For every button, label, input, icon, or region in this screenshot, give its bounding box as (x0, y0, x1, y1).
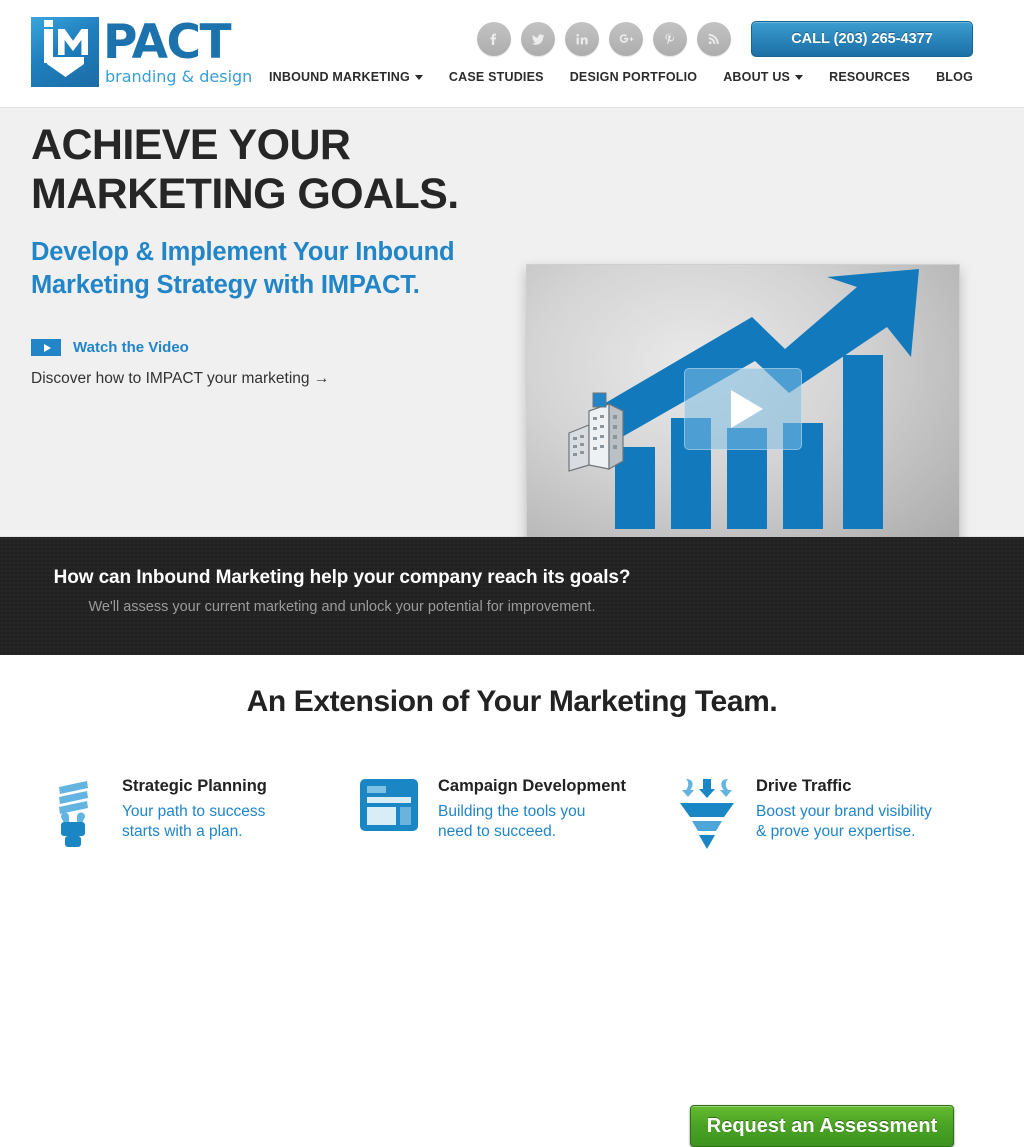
feature-desc-line1: Your path to success (122, 803, 266, 820)
feature-title: Drive Traffic (756, 777, 852, 795)
hero-heading-line1: ACHIEVE YOUR (31, 121, 351, 169)
request-assessment-button[interactable]: Request an Assessment (690, 1105, 954, 1147)
hero-subheading: Develop & Implement Your Inbound Marketi… (31, 236, 511, 301)
feature-title: Strategic Planning (122, 777, 267, 795)
feature-title: Campaign Development (438, 777, 626, 795)
funnel-icon (676, 775, 738, 853)
site-logo[interactable]: PACT branding & design (31, 17, 252, 87)
pinterest-icon[interactable] (653, 22, 687, 56)
nav-label: INBOUND MARKETING (269, 70, 410, 84)
feature-desc-line1: Boost your brand visibility (756, 803, 932, 820)
rss-icon[interactable] (697, 22, 731, 56)
chevron-down-icon (414, 74, 423, 80)
nav-item-case-studies[interactable]: CASE STUDIES (449, 70, 544, 84)
twitter-icon[interactable] (521, 22, 555, 56)
logo-tagline: branding & design (105, 67, 253, 86)
feature-campaign-development: Campaign Development Building the tools … (358, 775, 658, 853)
nav-item-about-us[interactable]: ABOUT US (723, 70, 804, 84)
feature-drive-traffic: Drive Traffic Boost your brand visibilit… (676, 775, 976, 853)
nav-item-resources[interactable]: RESOURCES (829, 70, 910, 84)
nav-item-blog[interactable]: BLOG (936, 70, 973, 84)
hero-subheading-line1: Develop & Implement Your Inbound (31, 238, 455, 267)
cta-text-block: How can Inbound Marketing help your comp… (0, 567, 684, 615)
feature-desc: Your path to success starts with a plan. (122, 802, 267, 842)
feature-desc: Boost your brand visibility & prove your… (756, 802, 932, 842)
feature-desc-line1: Building the tools you (438, 803, 586, 820)
nav-item-inbound-marketing[interactable]: INBOUND MARKETING (269, 70, 423, 84)
site-header: PACT branding & design CALL (203) 265-43… (0, 0, 1024, 108)
features-title: An Extension of Your Marketing Team. (246, 685, 778, 718)
call-phone-button[interactable]: CALL (203) 265-4377 (751, 21, 973, 57)
feature-desc-line2: & prove your expertise. (756, 822, 916, 840)
lightbulb-icon (42, 775, 104, 853)
chevron-down-icon (795, 74, 804, 80)
features-row: Strategic Planning Your path to success … (0, 775, 1024, 853)
feature-desc-line2: need to succeed. (438, 822, 557, 840)
hero-heading: ACHIEVE YOUR MARKETING GOALS. (31, 121, 511, 219)
browser-layout-icon (358, 775, 420, 833)
nav-item-design-portfolio[interactable]: DESIGN PORTFOLIO (570, 70, 698, 84)
facebook-icon[interactable] (477, 22, 511, 56)
logo-mark-icon (31, 17, 99, 87)
main-navigation: INBOUND MARKETING CASE STUDIES DESIGN PO… (269, 70, 973, 84)
hero-video-thumbnail[interactable] (526, 264, 960, 553)
feature-desc: Building the tools you need to succeed. (438, 802, 626, 842)
feature-strategic-planning: Strategic Planning Your path to success … (42, 775, 342, 853)
feature-desc-line2: starts with a plan. (122, 822, 243, 840)
cta-subtext: We'll assess your current marketing and … (88, 599, 596, 615)
cta-heading: How can Inbound Marketing help your comp… (53, 567, 631, 588)
linkedin-icon[interactable] (565, 22, 599, 56)
watch-video-label: Watch the Video (73, 339, 189, 356)
discover-link[interactable]: Discover how to IMPACT your marketing → (31, 370, 329, 388)
hero-heading-line2: MARKETING GOALS. (31, 170, 459, 219)
watch-video-link[interactable]: Watch the Video (31, 339, 189, 356)
cta-band: How can Inbound Marketing help your comp… (0, 537, 1024, 1147)
features-section: An Extension of Your Marketing Team. Str… (0, 655, 1024, 892)
video-play-button[interactable] (684, 367, 802, 450)
hero-section: ACHIEVE YOUR MARKETING GOALS. Develop & … (0, 108, 1024, 553)
hero-copy: ACHIEVE YOUR MARKETING GOALS. Develop & … (31, 121, 511, 301)
nav-label: ABOUT US (723, 70, 791, 84)
hero-subheading-line2: Marketing Strategy with IMPACT. (31, 270, 420, 299)
googleplus-icon[interactable] (609, 22, 643, 56)
play-icon (31, 339, 61, 356)
social-links (477, 22, 731, 56)
logo-wordmark: PACT (103, 15, 232, 70)
